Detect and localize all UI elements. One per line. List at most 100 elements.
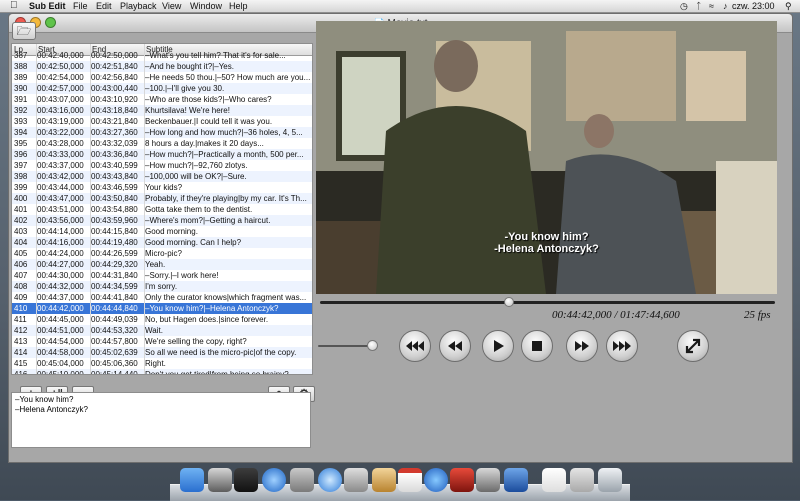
table-row[interactable]: 397 00:43:37,000 00:43:40,599 –How much?|–9… bbox=[12, 160, 312, 171]
cell-subtitle: Beckenbauer.|I could tell it was you. bbox=[145, 117, 273, 126]
photo-booth-icon[interactable] bbox=[450, 468, 474, 492]
timecode: 00:44:42,000 / 01:47:44,600 bbox=[552, 309, 680, 321]
menu-help[interactable]: Help bbox=[229, 0, 248, 12]
mission-control-icon[interactable] bbox=[234, 468, 258, 492]
apple-menu-icon[interactable]:  bbox=[10, 0, 18, 12]
facetime-icon[interactable] bbox=[344, 468, 368, 492]
cell-lp: 400 bbox=[14, 194, 28, 203]
fast-forward-button[interactable] bbox=[566, 330, 598, 362]
cell-subtitle: Good morning. Can I help? bbox=[145, 238, 242, 247]
trash-icon[interactable] bbox=[598, 468, 622, 492]
table-row[interactable]: 401 00:43:51,000 00:43:54,880 Gotta take th… bbox=[12, 204, 312, 215]
table-row[interactable]: 408 00:44:32,000 00:44:34,599 I'm sorry. bbox=[12, 281, 312, 292]
menu-file[interactable]: File bbox=[73, 0, 88, 12]
table-row[interactable]: 413 00:44:54,000 00:44:57,800 We're selling… bbox=[12, 336, 312, 347]
documents-stack-icon[interactable] bbox=[542, 468, 566, 492]
wifi-icon[interactable]: ≈ bbox=[709, 0, 714, 12]
cell-subtitle: –You know him?|–Helena Antonczyk? bbox=[145, 304, 279, 313]
cell-end: 00:44:15,840 bbox=[91, 227, 138, 236]
menu-view[interactable]: View bbox=[162, 0, 181, 12]
table-row[interactable]: 390 00:42:57,000 00:43:00,440 –100.|–I'll g… bbox=[12, 83, 312, 94]
jump-forward-button[interactable] bbox=[606, 330, 638, 362]
table-row[interactable]: 396 00:43:33,000 00:43:36,840 –How much?|–P… bbox=[12, 149, 312, 160]
overlay-line: -Helena Antonczyk? bbox=[494, 243, 599, 255]
cell-end: 00:43:00,440 bbox=[91, 84, 138, 93]
table-row[interactable]: 409 00:44:37,000 00:44:41,840 Only the cura… bbox=[12, 292, 312, 303]
table-row[interactable]: 414 00:44:58,000 00:45:02,639 So all we nee… bbox=[12, 347, 312, 358]
finder-icon[interactable] bbox=[180, 468, 204, 492]
cell-subtitle: –100,000 will be OK?|–Sure. bbox=[145, 172, 247, 181]
table-row[interactable]: 407 00:44:30,000 00:44:31,840 –Sorry.|–I wo… bbox=[12, 270, 312, 281]
cell-subtitle: –He needs 50 thou.|–50? How much are you… bbox=[145, 73, 310, 82]
table-row[interactable]: 395 00:43:28,000 00:43:32,039 8 hours a day… bbox=[12, 138, 312, 149]
fullscreen-button[interactable] bbox=[677, 330, 709, 362]
table-row[interactable]: 405 00:44:24,000 00:44:26,599 Micro-pic? bbox=[12, 248, 312, 259]
table-row[interactable]: 411 00:44:45,000 00:44:49,039 No, but Hagen… bbox=[12, 314, 312, 325]
menu-window[interactable]: Window bbox=[190, 0, 222, 12]
bluetooth-icon[interactable]: ᛏ bbox=[696, 0, 701, 12]
time-machine-icon[interactable]: ◷ bbox=[680, 0, 688, 12]
cell-lp: 389 bbox=[14, 73, 28, 82]
cell-lp: 393 bbox=[14, 117, 28, 126]
cell-lp: 395 bbox=[14, 139, 28, 148]
table-row[interactable]: 392 00:43:16,000 00:43:18,840 Khurtsilava! … bbox=[12, 105, 312, 116]
system-preferences-icon[interactable] bbox=[476, 468, 500, 492]
cell-subtitle: Micro-pic? bbox=[145, 249, 182, 258]
table-row[interactable]: 400 00:43:47,000 00:43:50,840 Probably, if … bbox=[12, 193, 312, 204]
table-row-selected[interactable]: 410 00:44:42,000 00:44:44,840 –You know him… bbox=[12, 303, 312, 314]
cell-lp: 403 bbox=[14, 227, 28, 236]
volume-icon[interactable]: ♪ bbox=[723, 0, 728, 12]
jump-back-button[interactable] bbox=[399, 330, 431, 362]
app-menu[interactable]: Sub Edit bbox=[29, 0, 66, 12]
address-book-icon[interactable] bbox=[372, 468, 396, 492]
table-row[interactable]: 415 00:45:04,000 00:45:06,360 Right. bbox=[12, 358, 312, 369]
table-row[interactable]: 416 00:45:10,000 00:45:14,440 Don't you get… bbox=[12, 369, 312, 375]
volume-knob[interactable] bbox=[367, 340, 378, 351]
table-row[interactable]: 399 00:43:44,000 00:43:46,599 Your kids? bbox=[12, 182, 312, 193]
itunes-icon[interactable] bbox=[424, 468, 448, 492]
seek-knob[interactable] bbox=[503, 297, 514, 307]
play-button[interactable] bbox=[482, 330, 514, 362]
safari-icon[interactable] bbox=[318, 468, 342, 492]
cell-subtitle: –100.|–I'll give you 30. bbox=[145, 84, 225, 93]
cell-start: 00:43:33,000 bbox=[37, 150, 84, 159]
cell-lp: 414 bbox=[14, 348, 28, 357]
subtitle-editor[interactable]: –You know him? –Helena Antonczyk? bbox=[11, 392, 311, 448]
open-file-button[interactable]: 🗁 bbox=[12, 22, 36, 40]
cell-end: 00:44:26,599 bbox=[91, 249, 138, 258]
sub-edit-app-icon[interactable] bbox=[504, 468, 528, 492]
cell-end: 00:43:40,599 bbox=[91, 161, 138, 170]
table-row[interactable]: 393 00:43:19,000 00:43:21,840 Beckenbauer.|… bbox=[12, 116, 312, 127]
table-row[interactable]: 388 00:42:50,000 00:42:51,840 –And he bough… bbox=[12, 61, 312, 72]
cell-start: 00:43:28,000 bbox=[37, 139, 84, 148]
rewind-button[interactable] bbox=[439, 330, 471, 362]
table-row[interactable]: 389 00:42:54,000 00:42:56,840 –He needs 50 … bbox=[12, 72, 312, 83]
table-row[interactable]: 402 00:43:56,000 00:43:59,960 –Where's mom?… bbox=[12, 215, 312, 226]
table-row[interactable]: 404 00:44:16,000 00:44:19,480 Good morning.… bbox=[12, 237, 312, 248]
table-row[interactable]: 394 00:43:22,000 00:43:27,360 –How long and… bbox=[12, 127, 312, 138]
app-store-icon[interactable] bbox=[262, 468, 286, 492]
seek-slider[interactable] bbox=[320, 297, 775, 307]
table-row[interactable]: 398 00:43:42,000 00:43:43,840 –100,000 will… bbox=[12, 171, 312, 182]
subtitle-table[interactable]: Lp Start End Subtitle 387 00:42:40,000 00:… bbox=[11, 43, 313, 375]
cell-end: 00:44:41,840 bbox=[91, 293, 138, 302]
clock[interactable]: czw. 23:00 bbox=[732, 0, 775, 12]
volume-slider[interactable] bbox=[318, 340, 378, 351]
table-row[interactable]: 412 00:44:51,000 00:44:53,320 Wait. bbox=[12, 325, 312, 336]
table-row[interactable]: 391 00:43:07,000 00:43:10,920 –Who are thos… bbox=[12, 94, 312, 105]
table-row[interactable]: 387 00:42:40,000 00:42:50,000 –What's you t… bbox=[12, 50, 312, 61]
preview-icon[interactable] bbox=[290, 468, 314, 492]
spotlight-icon[interactable]: ⚲ bbox=[785, 0, 792, 12]
menu-playback[interactable]: Playback bbox=[120, 0, 157, 12]
calendar-icon[interactable] bbox=[398, 468, 422, 492]
cell-lp: 412 bbox=[14, 326, 28, 335]
cell-lp: 416 bbox=[14, 370, 28, 375]
video-player[interactable]: -You know him? -Helena Antonczyk? bbox=[316, 21, 777, 294]
menu-edit[interactable]: Edit bbox=[96, 0, 112, 12]
downloads-stack-icon[interactable] bbox=[570, 468, 594, 492]
cell-end: 00:43:21,840 bbox=[91, 117, 138, 126]
dashboard-icon[interactable] bbox=[208, 468, 232, 492]
table-row[interactable]: 406 00:44:27,000 00:44:29,320 Yeah. bbox=[12, 259, 312, 270]
table-row[interactable]: 403 00:44:14,000 00:44:15,840 Good morning. bbox=[12, 226, 312, 237]
stop-button[interactable] bbox=[521, 330, 553, 362]
